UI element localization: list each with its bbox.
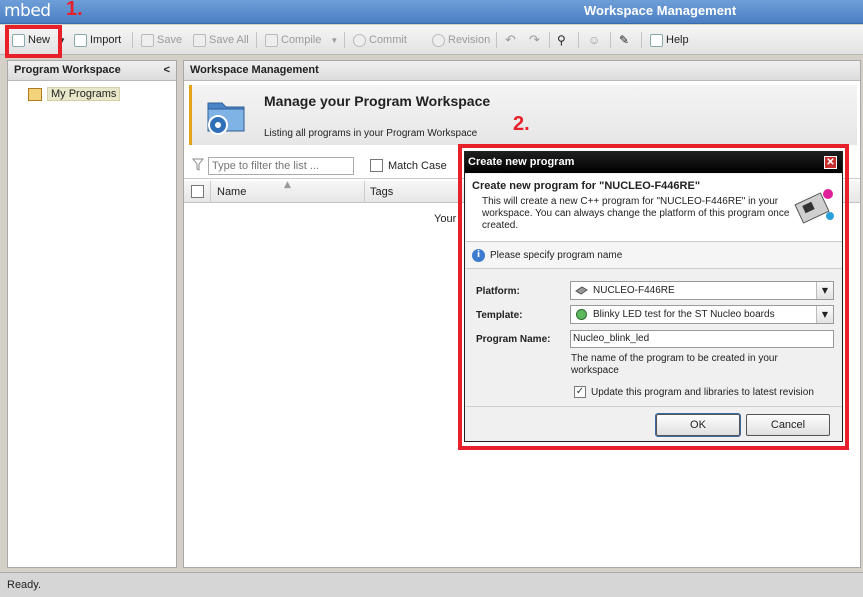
select-all-checkbox[interactable]: [191, 185, 204, 198]
toolbar-separator: [256, 32, 257, 48]
title-bar: mbed Workspace Management: [0, 0, 863, 24]
program-name-label: Program Name:: [476, 334, 551, 345]
collapse-icon[interactable]: <: [164, 61, 170, 80]
match-case-label: Match Case: [388, 159, 447, 172]
annotation-step-2: 2.: [513, 113, 530, 135]
match-case-box[interactable]: [370, 159, 383, 172]
tree-item-my-programs[interactable]: My Programs: [28, 87, 121, 101]
program-workspace-panel: Program Workspace < My Programs: [7, 60, 177, 568]
import-icon: [74, 33, 87, 47]
compile-button[interactable]: Compile ▼: [265, 31, 338, 49]
board-icon: [794, 189, 834, 224]
save-button-label: Save: [157, 34, 183, 46]
column-header-name[interactable]: Name: [217, 186, 246, 198]
panel-header: Program Workspace <: [8, 61, 176, 81]
template-icon: [576, 309, 587, 320]
main-panel-title: Workspace Management: [190, 64, 319, 76]
dialog-description: This will create a new C++ program for "…: [482, 196, 790, 231]
filter-input[interactable]: [208, 157, 354, 175]
cancel-button[interactable]: Cancel: [746, 414, 830, 436]
ok-button[interactable]: OK: [655, 413, 741, 437]
platform-select[interactable]: NUCLEO-F446RE ▼: [570, 281, 834, 300]
info-icon: i: [472, 249, 485, 262]
import-button-label: Import: [90, 34, 122, 46]
column-divider: [210, 181, 211, 203]
undo-icon[interactable]: ↶: [505, 31, 516, 49]
dialog-header: Create new program for "NUCLEO-F446RE" T…: [466, 174, 842, 242]
toolbar-separator: [132, 32, 133, 48]
commit-button-label: Commit: [369, 34, 407, 46]
help-button[interactable]: Help: [650, 31, 689, 49]
create-program-dialog: Create new program ✕ Create new program …: [464, 151, 843, 442]
match-case-checkbox[interactable]: Match Case: [370, 159, 447, 172]
save-button[interactable]: Save: [141, 31, 182, 49]
folder-icon: [28, 87, 42, 101]
compile-dropdown-icon: ▼: [330, 35, 339, 45]
status-bar: Ready.: [0, 572, 863, 597]
save-all-button[interactable]: Save All: [193, 31, 249, 49]
column-divider: [364, 181, 365, 203]
help-button-label: Help: [666, 34, 689, 46]
toolbar-separator: [549, 32, 550, 48]
chevron-down-icon[interactable]: ▼: [816, 282, 833, 299]
binoculars-icon[interactable]: ⚲: [557, 31, 566, 49]
sort-arrow-icon: ▲: [284, 180, 291, 190]
wand-icon[interactable]: ✎: [619, 31, 629, 49]
toolbar-separator: [641, 32, 642, 48]
dialog-heading: Create new program for "NUCLEO-F446RE": [472, 180, 701, 192]
folder-gear-icon: [207, 102, 245, 135]
save-icon: [141, 33, 154, 47]
redo-icon[interactable]: ↷: [529, 31, 540, 49]
people-icon[interactable]: ☺: [588, 31, 600, 49]
update-checkbox-box[interactable]: ✓: [574, 386, 586, 398]
compile-icon: [265, 33, 278, 47]
info-text: Please specify program name: [490, 250, 623, 261]
main-panel-header: Workspace Management: [184, 61, 860, 81]
banner-subtitle: Listing all programs in your Program Wor…: [264, 128, 478, 139]
import-button[interactable]: Import: [74, 31, 121, 49]
annotation-box-new: [5, 25, 62, 58]
status-text: Ready.: [7, 579, 42, 591]
program-name-hint: The name of the program to be created in…: [571, 353, 778, 376]
template-value: Blinky LED test for the ST Nucleo boards: [593, 309, 775, 320]
commit-icon: [353, 33, 366, 47]
toolbar-separator: [578, 32, 579, 48]
revision-icon: [432, 33, 445, 47]
filter-icon: [192, 158, 204, 171]
toolbar-separator: [344, 32, 345, 48]
update-label: Update this program and libraries to lat…: [591, 386, 814, 398]
toolbar-separator: [610, 32, 611, 48]
toolbar-separator: [496, 32, 497, 48]
empty-list-message: Your: [434, 213, 457, 225]
revision-button[interactable]: Revision: [432, 31, 490, 49]
template-select[interactable]: Blinky LED test for the ST Nucleo boards…: [570, 305, 834, 324]
platform-label: Platform:: [476, 286, 520, 297]
program-name-input[interactable]: Nucleo_blink_led: [570, 330, 834, 348]
tree-item-label: My Programs: [47, 87, 121, 101]
window-title: Workspace Management: [584, 3, 737, 18]
close-icon[interactable]: ✕: [824, 156, 837, 169]
book-icon: [650, 33, 663, 47]
chip-icon: [575, 286, 588, 295]
template-label: Template:: [476, 310, 523, 321]
commit-button[interactable]: Commit: [353, 31, 407, 49]
save-all-button-label: Save All: [209, 34, 249, 46]
save-all-icon: [193, 33, 206, 47]
compile-button-label: Compile: [281, 34, 322, 46]
update-libraries-checkbox[interactable]: ✓ Update this program and libraries to l…: [574, 386, 814, 398]
platform-value: NUCLEO-F446RE: [593, 285, 675, 296]
toolbar: New ▼ Import Save Save All Compile ▼ Com…: [0, 25, 863, 55]
column-header-tags[interactable]: Tags: [370, 186, 393, 198]
mbed-logo: mbed: [4, 1, 51, 21]
chevron-down-icon[interactable]: ▼: [816, 306, 833, 323]
dialog-title-bar: Create new program ✕: [465, 152, 842, 173]
info-bar: i Please specify program name: [466, 243, 842, 269]
panel-title: Program Workspace: [14, 64, 121, 76]
dialog-title: Create new program: [468, 156, 575, 168]
dialog-divider: [466, 406, 842, 407]
revision-button-label: Revision: [448, 34, 491, 46]
annotation-step-1: 1.: [66, 0, 83, 20]
banner-title: Manage your Program Workspace: [264, 93, 491, 109]
